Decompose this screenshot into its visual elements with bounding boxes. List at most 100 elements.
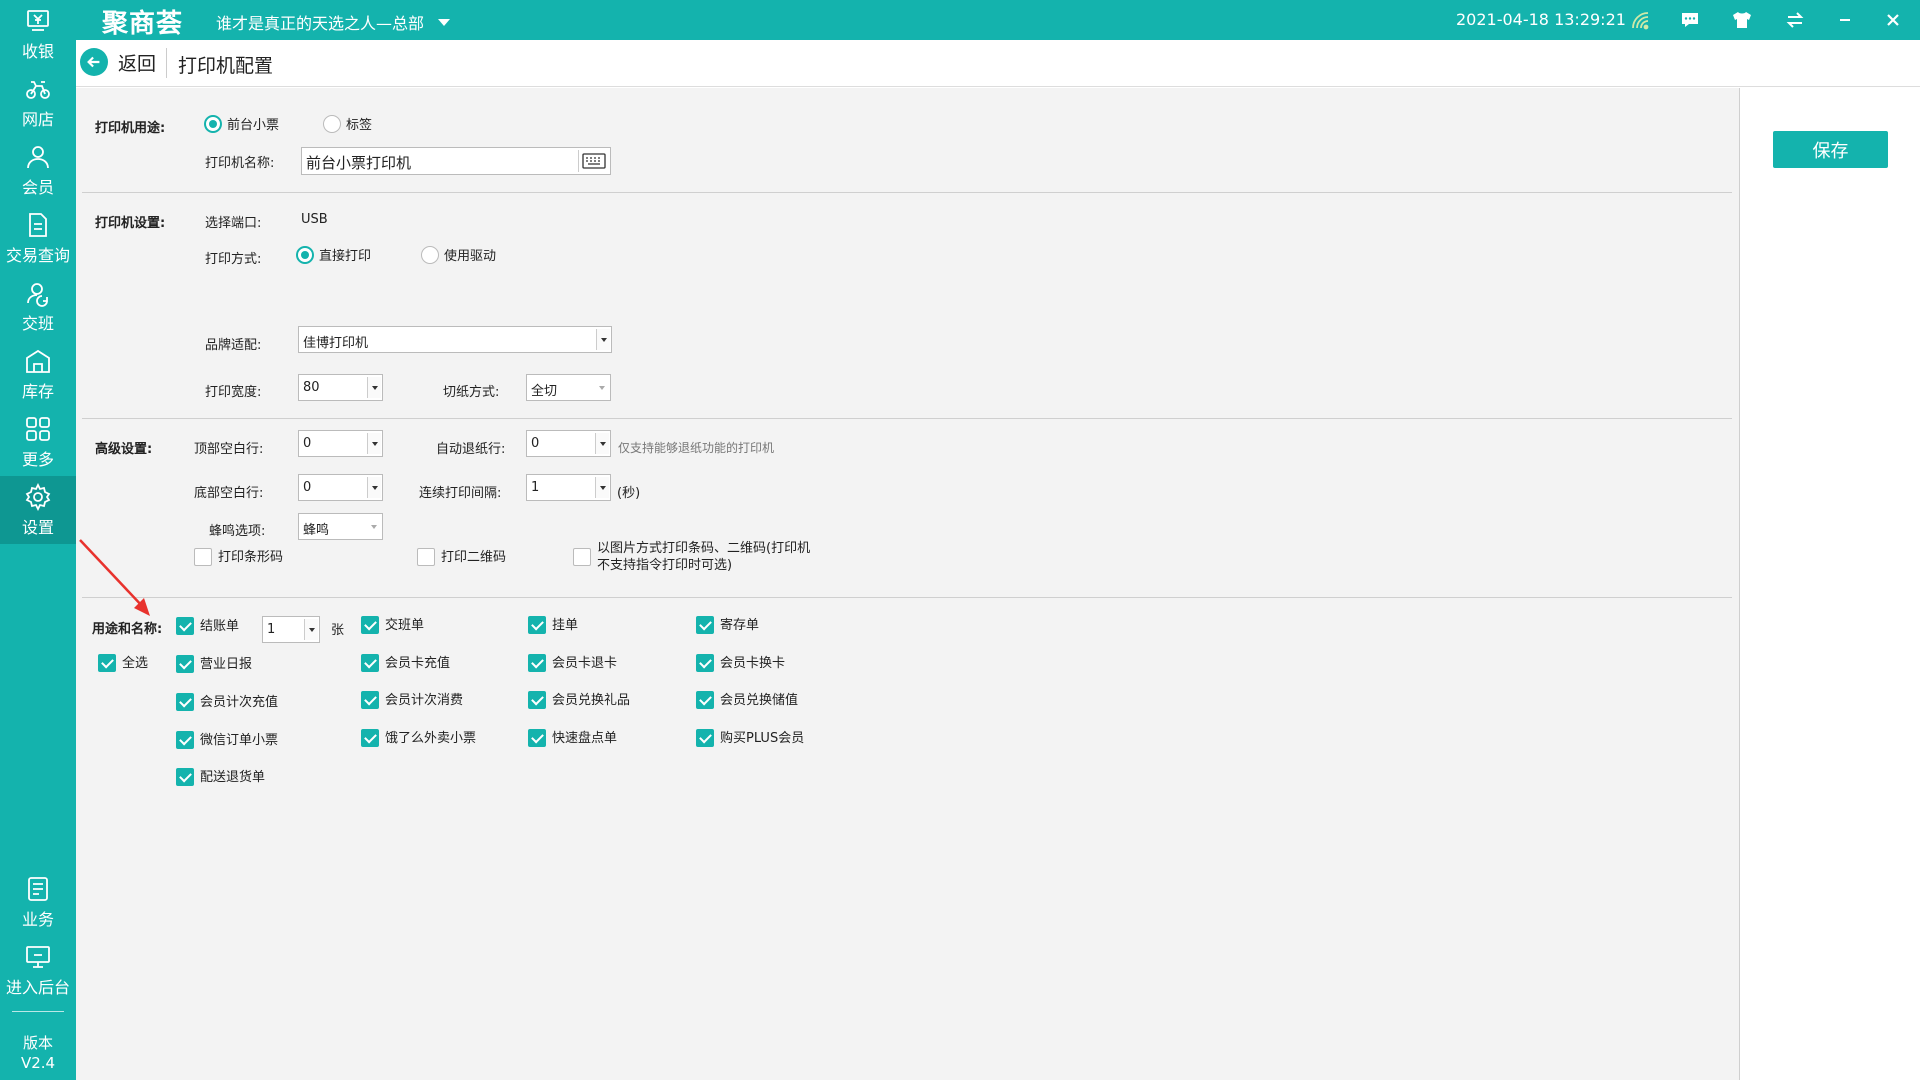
print-width-value: 80 [303, 380, 320, 395]
chevron-down-icon [367, 433, 381, 454]
shift-icon [23, 278, 53, 308]
top-blank-value: 0 [303, 436, 312, 451]
beep-label: 蜂鸣选项: [209, 524, 266, 539]
sidebar-item-shift[interactable]: 交班 [0, 272, 76, 340]
sidebar-item-label: 交易查询 [5, 246, 70, 265]
top-blank-select[interactable]: 0 [298, 430, 383, 457]
action-area: 保存 [1741, 88, 1920, 1080]
cut-mode-select[interactable]: 全切 [526, 374, 611, 401]
store-selector[interactable]: 谁才是真正的天选之人—总部 [216, 10, 451, 34]
wechat-order-label: 微信订单小票 [200, 732, 279, 748]
checkbox-box [361, 691, 379, 709]
printer-name-input[interactable]: 前台小票打印机 [301, 147, 611, 175]
close-icon[interactable] [1879, 6, 1907, 34]
checkout-label: 结账单 [200, 618, 240, 634]
chevron-down-icon [596, 329, 610, 350]
user-icon [23, 142, 53, 172]
section-divider [82, 597, 1732, 598]
card-recharge-checkbox[interactable]: 会员卡充值 [361, 654, 450, 672]
sidebar-item-online-store[interactable]: 网店 [0, 68, 76, 136]
save-button[interactable]: 保存 [1773, 131, 1888, 168]
copies-select[interactable]: 1 [262, 616, 320, 643]
usage-tag-radio[interactable]: 标签 [323, 114, 372, 133]
print-interval-select[interactable]: 1 [526, 474, 611, 501]
shift-checkbox[interactable]: 交班单 [361, 616, 424, 634]
sidebar-item-label: 会员 [21, 178, 54, 197]
eleme-order-checkbox[interactable]: 饿了么外卖小票 [361, 729, 476, 747]
print-direct-radio[interactable]: 直接打印 [296, 245, 371, 264]
delivery-return-label: 配送退货单 [200, 769, 266, 785]
checkbox-box [194, 548, 212, 566]
keyboard-icon[interactable] [578, 150, 608, 172]
chevron-down-icon [595, 377, 609, 398]
back-button[interactable]: 返回 [80, 48, 156, 76]
sidebar-item-settings[interactable]: 设置 [0, 476, 76, 544]
switch-icon[interactable] [1781, 6, 1809, 34]
plus-member-checkbox[interactable]: 购买PLUS会员 [696, 729, 804, 747]
auto-retract-select[interactable]: 0 [526, 430, 611, 457]
skin-icon[interactable] [1728, 6, 1756, 34]
monitor-icon [23, 942, 53, 972]
sidebar-item-label: 业务 [21, 910, 54, 929]
checkbox-box [417, 548, 435, 566]
checkout-checkbox[interactable]: 结账单 [176, 617, 239, 635]
hold-order-label: 挂单 [552, 617, 579, 633]
sidebar-item-transactions[interactable]: 交易查询 [0, 204, 76, 272]
wechat-order-checkbox[interactable]: 微信订单小票 [176, 731, 278, 749]
beep-select[interactable]: 蜂鸣 [298, 513, 383, 540]
checkbox-box [176, 768, 194, 786]
sidebar-item-label: 网店 [21, 110, 54, 129]
gear-icon [23, 482, 53, 512]
brand-value: 佳博打印机 [303, 336, 369, 351]
checkbox-box [176, 731, 194, 749]
sidebar-item-inventory[interactable]: 库存 [0, 340, 76, 408]
count-consume-checkbox[interactable]: 会员计次消费 [361, 691, 463, 709]
app-logo: 聚商荟 [102, 9, 184, 39]
checkbox-box [528, 616, 546, 634]
sidebar-item-label: 收银 [21, 42, 54, 61]
print-width-label: 打印宽度: [205, 385, 262, 400]
card-exchange-checkbox[interactable]: 会员卡换卡 [696, 654, 785, 672]
delivery-return-checkbox[interactable]: 配送退货单 [176, 768, 265, 786]
print-width-select[interactable]: 80 [298, 374, 383, 401]
quick-stock-checkbox[interactable]: 快速盘点单 [528, 729, 617, 747]
sidebar-item-member[interactable]: 会员 [0, 136, 76, 204]
usage-tag-label: 标签 [346, 118, 373, 133]
usage-receipt-radio[interactable]: 前台小票 [204, 114, 279, 133]
hold-order-checkbox[interactable]: 挂单 [528, 616, 578, 634]
print-qrcode-checkbox[interactable]: 打印二维码 [417, 548, 506, 566]
redeem-value-label: 会员兑换储值 [720, 692, 799, 708]
sidebar-item-business[interactable]: 业务 [0, 868, 76, 936]
select-all-checkbox[interactable]: 全选 [98, 654, 148, 672]
card-refund-checkbox[interactable]: 会员卡退卡 [528, 654, 617, 672]
auto-retract-label: 自动退纸行: [436, 442, 506, 457]
sidebar-item-backend[interactable]: 进入后台 [0, 936, 76, 1004]
checkbox-box [696, 616, 714, 634]
gift-redeem-checkbox[interactable]: 会员兑换礼品 [528, 691, 630, 709]
redeem-value-checkbox[interactable]: 会员兑换储值 [696, 691, 798, 709]
business-icon [23, 874, 53, 904]
message-icon[interactable] [1676, 6, 1704, 34]
print-interval-value: 1 [531, 480, 540, 495]
checkbox-box [528, 729, 546, 747]
count-recharge-checkbox[interactable]: 会员计次充值 [176, 693, 278, 711]
brand-select[interactable]: 佳博打印机 [298, 326, 612, 353]
print-barcode-checkbox[interactable]: 打印条形码 [194, 548, 283, 566]
sidebar-item-cashier[interactable]: 收银 [0, 0, 76, 68]
bottom-blank-select[interactable]: 0 [298, 474, 383, 501]
document-icon [23, 210, 53, 240]
settings-label: 打印机设置: [95, 216, 166, 231]
deposit-checkbox[interactable]: 寄存单 [696, 616, 759, 634]
image-mode-checkbox[interactable]: 以图片方式打印条码、二维码(打印机不支持指令打印时可选) [573, 540, 819, 574]
minimize-icon[interactable] [1831, 6, 1859, 34]
copies-value: 1 [267, 622, 276, 637]
sidebar-item-more[interactable]: 更多 [0, 408, 76, 476]
checkbox-box [176, 655, 194, 673]
daily-report-checkbox[interactable]: 营业日报 [176, 655, 252, 673]
grid-icon [23, 414, 53, 444]
print-driver-radio[interactable]: 使用驱动 [421, 245, 496, 264]
print-interval-unit: (秒) [617, 486, 641, 501]
version-label: 版本 [22, 1034, 53, 1052]
daily-report-label: 营业日报 [200, 656, 253, 672]
wifi-icon[interactable] [1626, 6, 1654, 34]
